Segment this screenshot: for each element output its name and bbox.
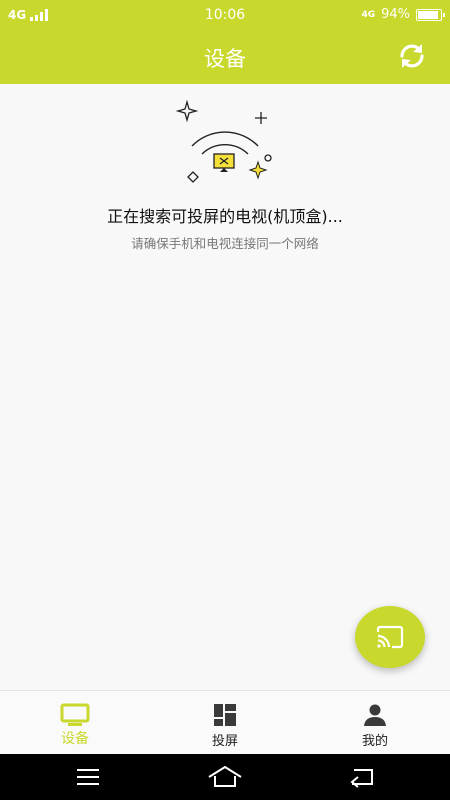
- cast-icon: [376, 625, 404, 649]
- battery-icon: [416, 8, 445, 21]
- tv-search-illustration: [175, 99, 272, 183]
- network-hint: 请确保手机和电视连接同一个网络: [131, 236, 319, 251]
- home-button[interactable]: [205, 764, 245, 790]
- tab-screencast-label: 投屏: [211, 734, 238, 749]
- cast-button[interactable]: [355, 606, 425, 668]
- bottom-tab-bar: 设备 投屏 我的: [0, 690, 450, 755]
- tv-icon: [60, 703, 90, 726]
- back-button[interactable]: [342, 764, 382, 790]
- tab-me[interactable]: 我的: [300, 691, 450, 755]
- menu-button[interactable]: [68, 764, 108, 790]
- battery-percent: 94%: [381, 7, 410, 22]
- tab-screencast[interactable]: 投屏: [150, 691, 300, 755]
- menu-icon: [77, 769, 99, 785]
- back-icon: [350, 769, 373, 788]
- tab-me-label: 我的: [361, 734, 388, 749]
- page-title: 设备: [204, 47, 246, 71]
- person-icon: [364, 704, 386, 726]
- searching-text: 正在搜索可投屏的电视(机顶盒)...: [107, 207, 343, 226]
- tab-devices[interactable]: 设备: [0, 691, 150, 755]
- tab-devices-label: 设备: [61, 731, 89, 747]
- app-header: 4G 10:06 4G 94% 设备: [0, 0, 450, 84]
- system-nav-bar: [0, 754, 450, 800]
- grid-icon: [214, 704, 236, 726]
- refresh-icon: [400, 44, 424, 68]
- status-bar: 4G 10:06 4G 94%: [0, 0, 450, 32]
- network-right-label: 4G: [361, 9, 376, 20]
- home-icon: [208, 766, 242, 787]
- refresh-button[interactable]: [396, 40, 428, 72]
- status-right: 4G 94%: [361, 7, 445, 22]
